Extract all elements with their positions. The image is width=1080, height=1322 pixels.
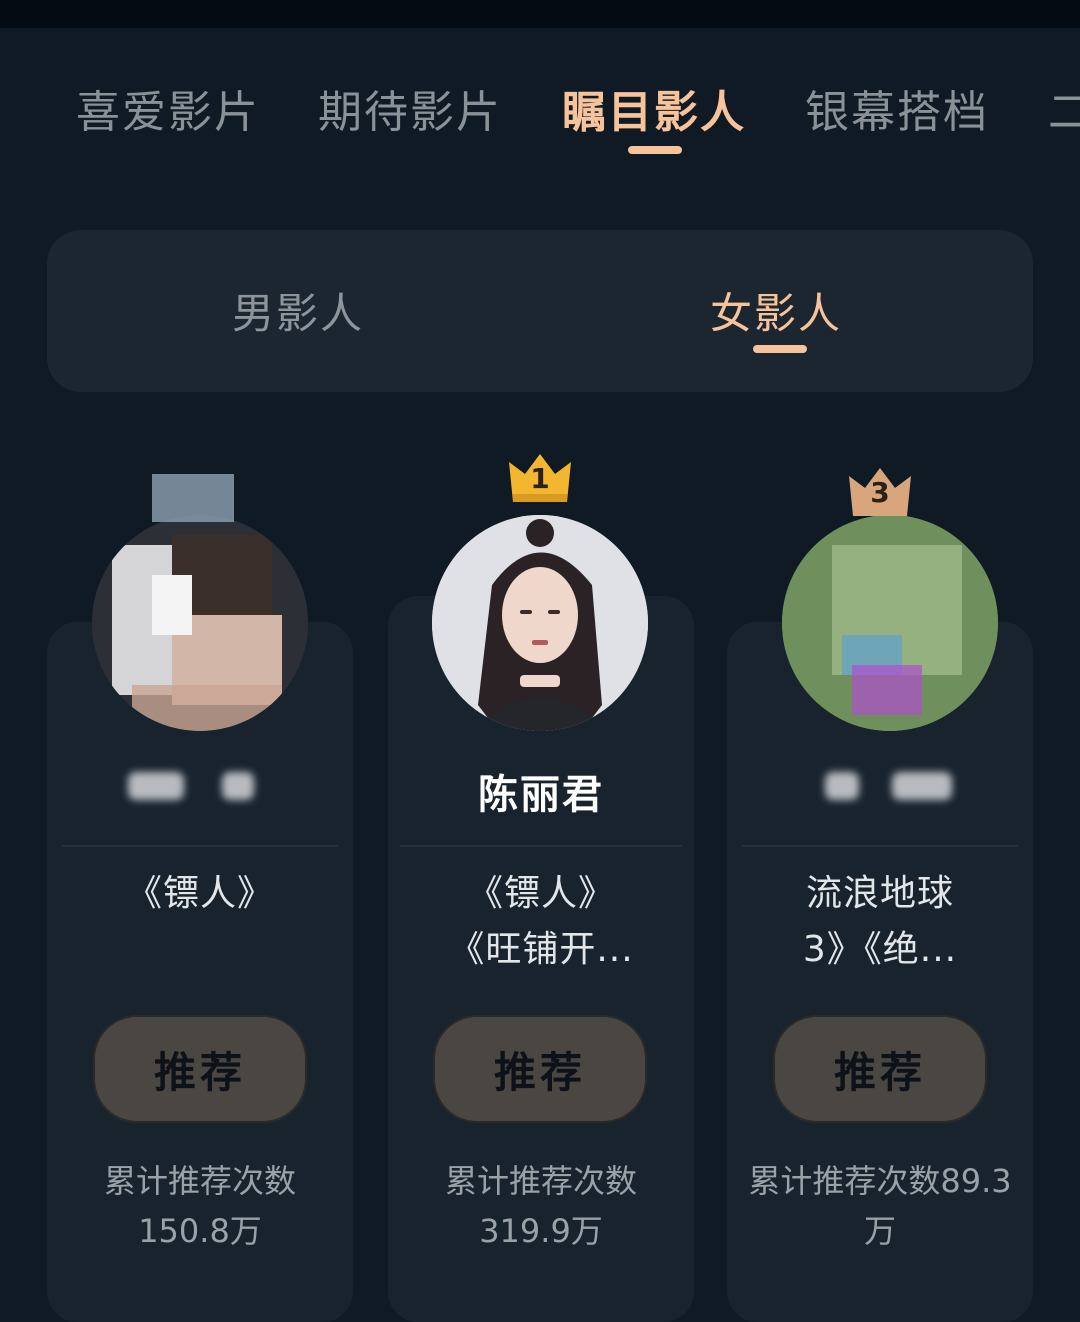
tab-overflow[interactable]: 二 — [1048, 76, 1080, 140]
recommend-count: 累计推荐次数89.3 万 — [748, 1162, 1012, 1250]
recommend-button[interactable]: 推荐 — [773, 1015, 987, 1123]
blurred-name — [128, 772, 184, 800]
blurred-badge — [152, 474, 234, 522]
person-name: 陈丽君 — [478, 772, 604, 818]
tab-screen-partners[interactable]: 银幕搭档 — [805, 76, 989, 140]
divider — [742, 845, 1018, 847]
recommend-count: 累计推荐次数 319.9万 — [444, 1162, 637, 1250]
divider — [400, 845, 682, 847]
tab-favorite-films[interactable]: 喜爱影片 — [76, 76, 260, 140]
category-tabs: 喜爱影片 期待影片 瞩目影人 银幕搭档 二 — [0, 28, 1080, 178]
rank-number: 1 — [530, 462, 550, 495]
avatar[interactable] — [432, 515, 648, 731]
active-tab-indicator — [628, 146, 682, 154]
avatar[interactable] — [92, 515, 308, 731]
works-list: 《镖人》 — [125, 873, 274, 914]
status-bar — [0, 0, 1080, 28]
tab-anticipated-films[interactable]: 期待影片 — [318, 76, 502, 140]
tab-male-people[interactable]: 男影人 — [232, 280, 364, 341]
gender-switch: 男影人 女影人 — [47, 230, 1033, 392]
blurred-name — [222, 772, 254, 800]
recommend-button[interactable]: 推荐 — [93, 1015, 307, 1123]
recommend-count: 累计推荐次数 150.8万 — [103, 1162, 296, 1250]
recommend-button[interactable]: 推荐 — [433, 1015, 647, 1123]
works-list: 《镖人》 《旺铺开... — [448, 873, 634, 970]
tab-female-people[interactable]: 女影人 — [710, 280, 842, 341]
works-list: 流浪地球 3》《绝... — [802, 873, 958, 970]
active-gender-indicator — [753, 345, 807, 353]
tab-notable-people[interactable]: 瞩目影人 — [562, 76, 746, 140]
avatar[interactable] — [782, 515, 998, 731]
blurred-name — [825, 772, 859, 800]
blurred-name — [892, 772, 952, 800]
divider — [62, 845, 338, 847]
rank-number: 3 — [870, 476, 890, 509]
